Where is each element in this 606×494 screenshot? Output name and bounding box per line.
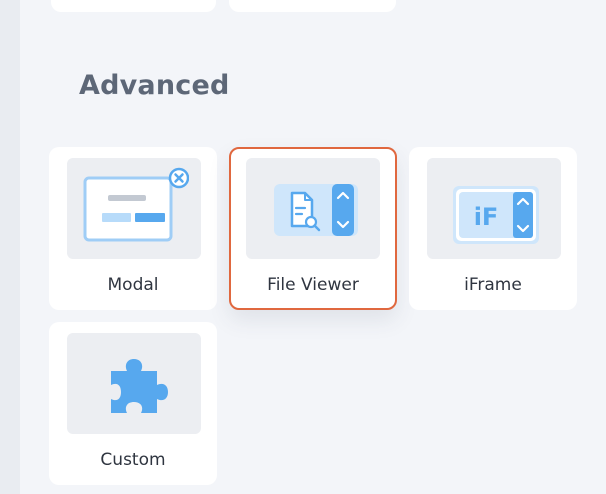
tile-thumbnail (67, 333, 201, 434)
modal-icon (83, 167, 189, 242)
tile-modal[interactable]: Modal (49, 147, 217, 310)
tile-label: Custom (100, 450, 166, 470)
tile-label: Modal (107, 275, 159, 295)
left-rail (0, 0, 20, 494)
file-viewer-icon (274, 184, 358, 236)
tile-label: iFrame (464, 275, 522, 295)
tile-label: File Viewer (267, 275, 359, 295)
tile-file-viewer[interactable]: File Viewer (229, 147, 397, 310)
component-tile-partial[interactable] (229, 0, 396, 12)
iframe-icon: iF (453, 186, 539, 244)
tile-thumbnail (67, 158, 201, 259)
component-tile-partial[interactable] (51, 0, 216, 12)
iframe-icon-text: iF (474, 203, 499, 231)
section-title: Advanced (79, 70, 230, 101)
tile-thumbnail (246, 158, 380, 259)
tile-iframe[interactable]: iF iFrame (409, 147, 577, 310)
tile-thumbnail: iF (427, 158, 561, 259)
puzzle-icon (111, 359, 168, 413)
tile-custom[interactable]: Custom (49, 322, 217, 485)
